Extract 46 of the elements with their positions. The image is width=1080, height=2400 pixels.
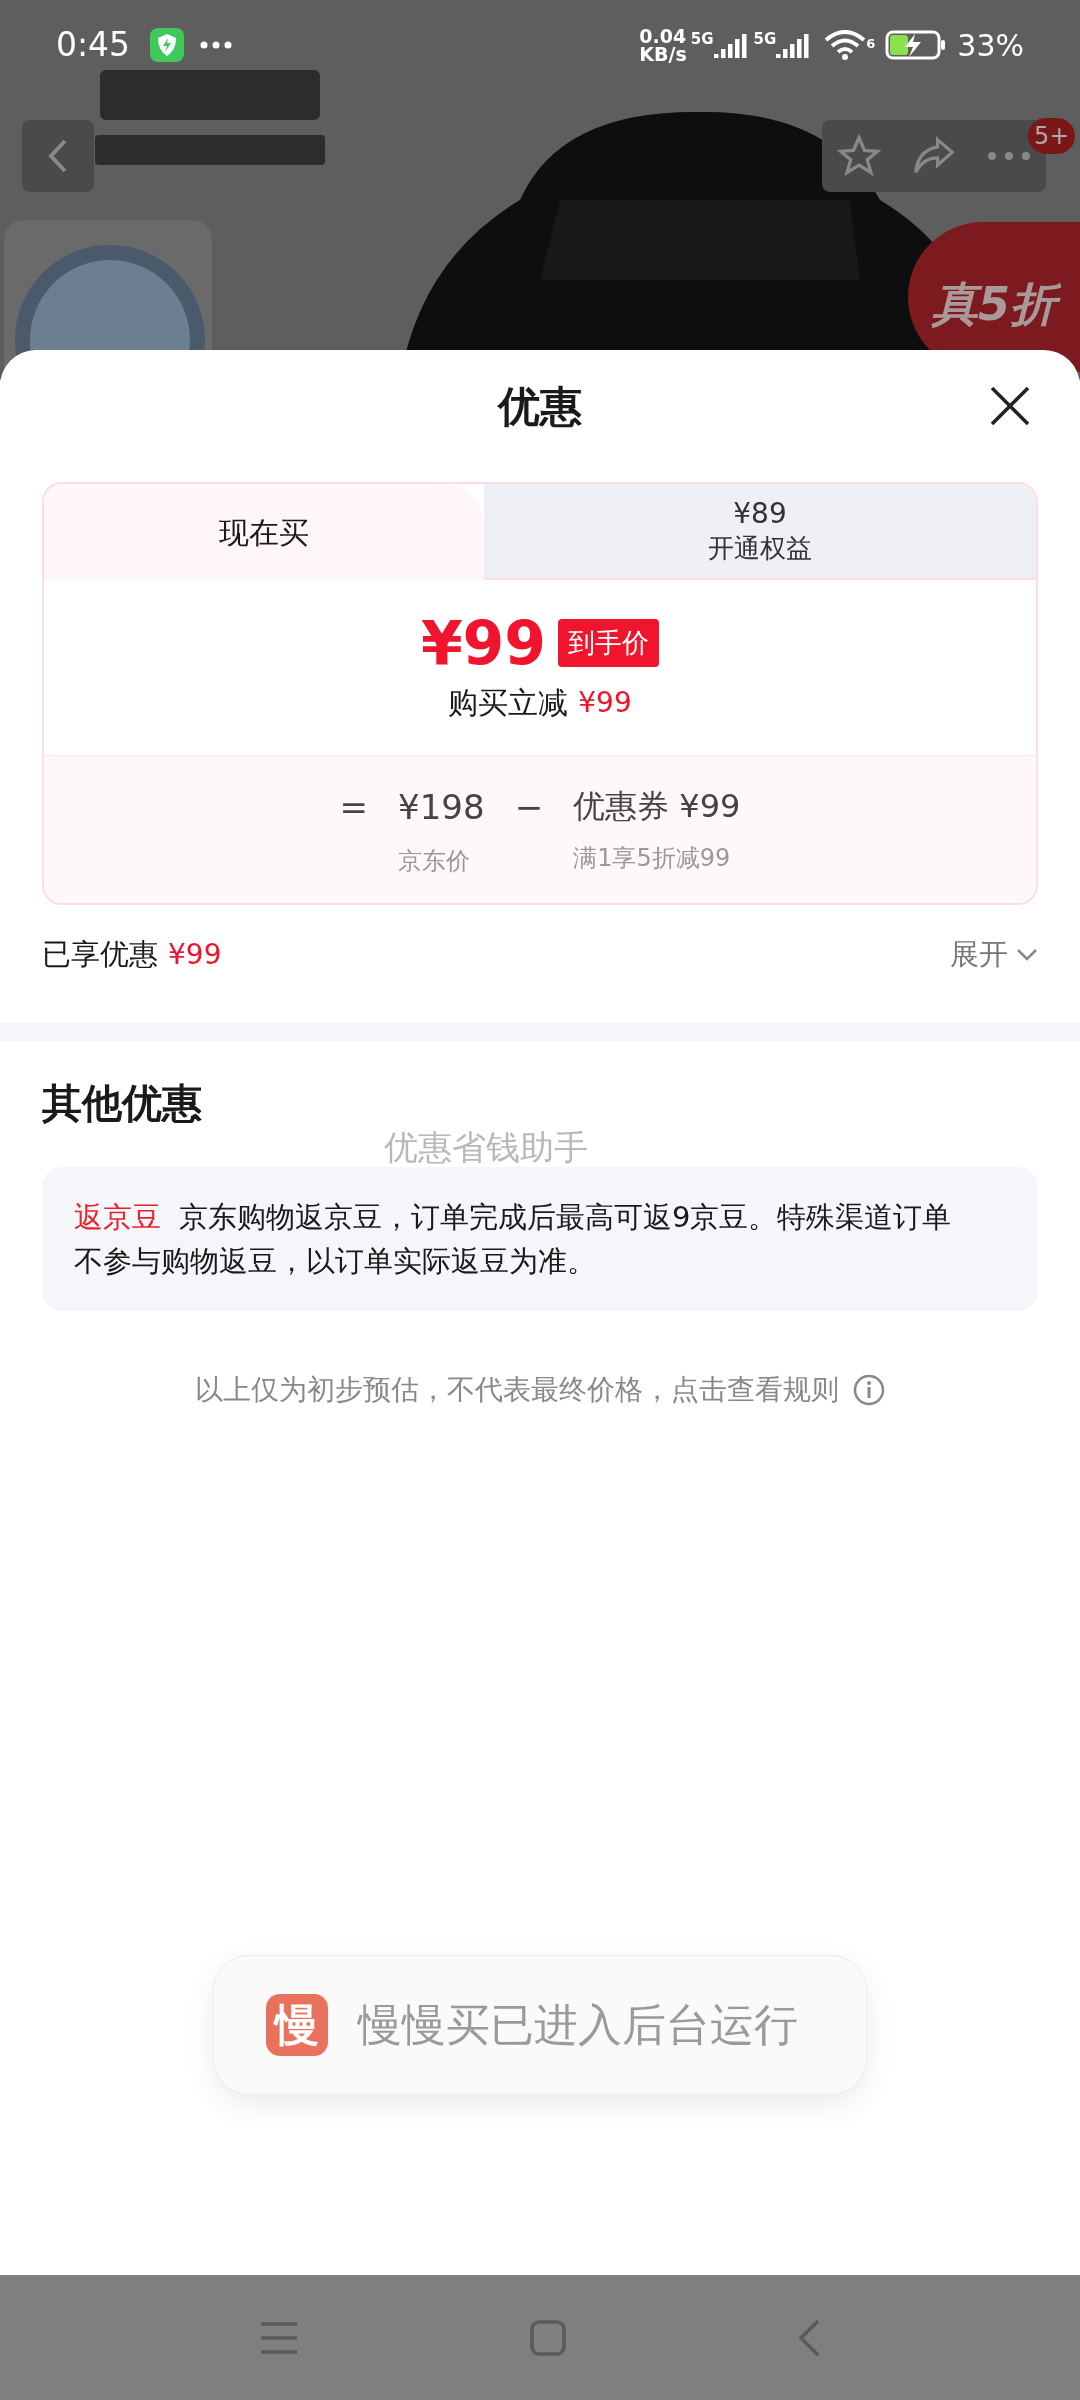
expand-button[interactable]: 展开 [950, 933, 1038, 977]
final-price-tag: 到手价 [558, 618, 660, 668]
coupon-amount: 优惠券 ¥99 [573, 786, 741, 827]
chevron-icon [1016, 948, 1038, 962]
status-time: 0:45 [56, 24, 131, 67]
equals-sign: = [339, 786, 369, 829]
signal-icon [776, 32, 811, 58]
network-speed: 0.04 [639, 27, 687, 45]
coupon-condition: 满1享5折减99 [573, 843, 731, 874]
reduction-amount: ¥99 [578, 684, 632, 721]
final-price: ¥99 [420, 608, 547, 678]
signal-icon [713, 32, 748, 58]
toast-message: 慢慢买已进入后台运行 [358, 1998, 798, 2052]
network-speed-unit: KB/s [639, 45, 687, 63]
price-tab[interactable]: 现在买 [44, 484, 484, 580]
minus-sign: − [514, 786, 544, 829]
sheet-title: 优惠 [498, 380, 582, 433]
security-shield-icon [150, 28, 185, 62]
home-icon[interactable] [529, 2318, 567, 2357]
floating-hint: 优惠省钱助手 [384, 1127, 588, 1167]
wifi-icon [824, 30, 867, 60]
enjoyed-label: 已享优惠 [42, 936, 158, 974]
menu-icon[interactable] [259, 2320, 299, 2355]
reduction-label: 购买立减 [448, 684, 569, 722]
rules-link[interactable]: 以上仅为初步预估，不代表最终价格，点击查看规则 [195, 1369, 885, 1411]
back-icon[interactable] [797, 2317, 821, 2358]
back-button[interactable] [22, 120, 94, 192]
info-icon [853, 1374, 885, 1406]
enjoyed-amount: ¥99 [168, 937, 222, 973]
close-icon [989, 385, 1031, 427]
section-title: 其他优惠 [42, 1079, 203, 1128]
back-icon [47, 138, 69, 174]
battery-level: 33% [957, 26, 1024, 65]
app-icon: 慢 [266, 1994, 328, 2056]
base-price-label: 京东价 [398, 846, 471, 877]
wifi-band-label: 6 [866, 35, 876, 53]
battery-charging-icon [885, 30, 948, 60]
share-icon[interactable] [912, 136, 956, 176]
network-type: 5G [753, 29, 777, 50]
base-price: ¥198 [398, 786, 485, 829]
more-icon[interactable] [986, 151, 1031, 161]
more-notifications-icon [200, 41, 233, 49]
price-tab[interactable]: ¥89 开通权益 [484, 484, 1036, 580]
network-type: 5G [690, 29, 714, 50]
info-text: 返京豆 京东购物返京豆，订单完成后最高可返9京豆。特殊渠道订单不参与购物返豆，以订单实际返豆为准。 [74, 1199, 953, 1280]
star-icon[interactable] [837, 134, 882, 178]
